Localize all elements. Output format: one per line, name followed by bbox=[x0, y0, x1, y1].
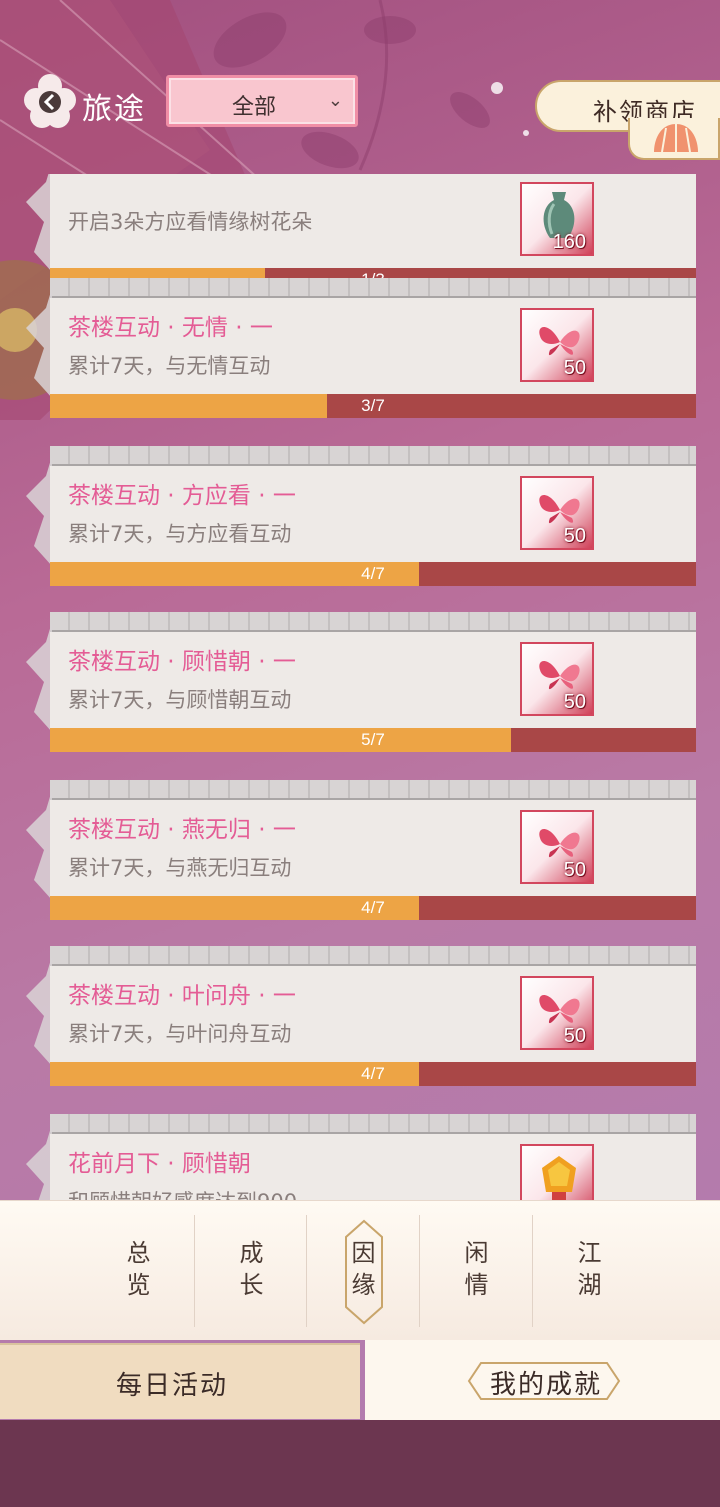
task-description: 累计7天，与叶问舟互动 bbox=[68, 1022, 292, 1046]
progress-text: 4/7 bbox=[361, 898, 385, 917]
progress-bar: 4/7 bbox=[50, 896, 696, 920]
reward-item[interactable]: 50 bbox=[520, 476, 594, 550]
shell-icon bbox=[654, 124, 698, 153]
task-card[interactable]: 茶楼互动 · 叶问舟 · 一 累计7天，与叶问舟互动 50 4/7 bbox=[26, 946, 696, 1086]
reward-item[interactable] bbox=[520, 1144, 594, 1200]
card-header-strip bbox=[50, 1114, 696, 1134]
card-header-strip bbox=[50, 612, 696, 632]
nav-char: 湖 bbox=[577, 1271, 602, 1299]
task-description: 累计7天，与无情互动 bbox=[68, 354, 271, 378]
footer-bar bbox=[0, 1420, 720, 1507]
task-card[interactable]: 茶楼互动 · 无情 · 一 累计7天，与无情互动 50 3/7 bbox=[26, 278, 696, 418]
nav-item-4[interactable]: 闲情 bbox=[420, 1201, 533, 1341]
lantern-icon bbox=[532, 1150, 586, 1200]
progress-bar: 4/7 bbox=[50, 562, 696, 586]
task-card[interactable]: 花前月下 · 顾惜朝 和顾惜朝好感度达到900 bbox=[26, 1114, 696, 1200]
task-description: 累计7天，与方应看互动 bbox=[68, 522, 292, 546]
task-card[interactable]: 开启3朵方应看情缘树花朵 160 1/3 bbox=[26, 174, 696, 292]
reward-item[interactable]: 50 bbox=[520, 642, 594, 716]
progress-text: 4/7 bbox=[361, 564, 385, 583]
category-nav: 总览成长 因缘闲情江湖 bbox=[0, 1200, 720, 1340]
reward-count: 50 bbox=[563, 1025, 586, 1047]
card-body: 开启3朵方应看情缘树花朵 160 bbox=[50, 174, 696, 268]
nav-char: 江 bbox=[577, 1239, 602, 1267]
progress-bar: 5/7 bbox=[50, 728, 696, 752]
card-body: 茶楼互动 · 无情 · 一 累计7天，与无情互动 50 bbox=[50, 298, 696, 394]
nav-char: 览 bbox=[126, 1271, 151, 1299]
progress-bar: 4/7 bbox=[50, 1062, 696, 1086]
task-card[interactable]: 茶楼互动 · 顾惜朝 · 一 累计7天，与顾惜朝互动 50 5/7 bbox=[26, 612, 696, 752]
reward-count: 50 bbox=[563, 691, 586, 713]
task-list[interactable]: 开启3朵方应看情缘树花朵 160 1/3 茶楼互动 · 无情 · 一 累计7天，… bbox=[0, 174, 720, 1200]
filter-value: 全部 bbox=[231, 95, 276, 120]
card-header-strip bbox=[50, 278, 696, 298]
reward-item[interactable]: 50 bbox=[520, 810, 594, 884]
page-title: 旅途 bbox=[82, 92, 146, 127]
nav-divider bbox=[532, 1215, 533, 1327]
nav-char: 情 bbox=[464, 1271, 489, 1299]
task-title: 茶楼互动 · 燕无归 · 一 bbox=[68, 817, 296, 843]
card-header-strip bbox=[50, 946, 696, 966]
nav-char: 闲 bbox=[464, 1239, 489, 1267]
task-title: 茶楼互动 · 无情 · 一 bbox=[68, 315, 273, 341]
nav-item-2[interactable]: 成长 bbox=[195, 1201, 308, 1341]
task-title: 茶楼互动 · 顾惜朝 · 一 bbox=[68, 649, 296, 675]
card-header-strip bbox=[50, 446, 696, 466]
card-header-strip bbox=[50, 780, 696, 800]
shop-tab-decoration bbox=[628, 118, 720, 160]
filter-dropdown[interactable]: 全部 ⌄ bbox=[166, 75, 358, 127]
task-card[interactable]: 茶楼互动 · 方应看 · 一 累计7天，与方应看互动 50 4/7 bbox=[26, 446, 696, 586]
task-description: 开启3朵方应看情缘树花朵 bbox=[68, 210, 313, 234]
nav-item-5[interactable]: 江湖 bbox=[533, 1201, 646, 1341]
reward-count: 50 bbox=[563, 525, 586, 547]
task-title: 茶楼互动 · 方应看 · 一 bbox=[68, 483, 296, 509]
header: 旅途 全部 ⌄ 补领商店 bbox=[0, 0, 720, 170]
nav-char: 总 bbox=[126, 1239, 151, 1267]
progress-text: 5/7 bbox=[361, 730, 385, 749]
nav-char: 因 bbox=[351, 1239, 376, 1267]
task-card[interactable]: 茶楼互动 · 燕无归 · 一 累计7天，与燕无归互动 50 4/7 bbox=[26, 780, 696, 920]
nav-divider bbox=[306, 1215, 307, 1327]
task-title: 花前月下 · 顾惜朝 bbox=[68, 1151, 251, 1177]
nav-item-3[interactable]: 因缘 bbox=[307, 1201, 420, 1341]
progress-text: 3/7 bbox=[361, 396, 385, 415]
task-description: 和顾惜朝好感度达到900 bbox=[68, 1186, 297, 1200]
nav-char: 长 bbox=[239, 1271, 264, 1299]
task-description: 累计7天，与燕无归互动 bbox=[68, 856, 292, 880]
card-body: 花前月下 · 顾惜朝 和顾惜朝好感度达到900 bbox=[50, 1134, 696, 1200]
tab-daily-activities[interactable]: 每日活动 bbox=[0, 1343, 360, 1419]
tab-daily-label: 每日活动 bbox=[116, 1371, 229, 1401]
reward-count: 160 bbox=[552, 231, 586, 253]
reward-item[interactable]: 160 bbox=[520, 182, 594, 256]
task-description: 累计7天，与顾惜朝互动 bbox=[68, 688, 292, 712]
nav-char: 成 bbox=[239, 1239, 264, 1267]
reward-count: 50 bbox=[563, 357, 586, 379]
nav-divider bbox=[194, 1215, 195, 1327]
back-button[interactable] bbox=[22, 72, 78, 128]
tab-achievements-label: 我的成就 bbox=[490, 1370, 603, 1400]
progress-text: 4/7 bbox=[361, 1064, 385, 1083]
reward-item[interactable]: 50 bbox=[520, 976, 594, 1050]
card-body: 茶楼互动 · 方应看 · 一 累计7天，与方应看互动 50 bbox=[50, 466, 696, 562]
task-title: 茶楼互动 · 叶问舟 · 一 bbox=[68, 983, 296, 1009]
card-body: 茶楼互动 · 叶问舟 · 一 累计7天，与叶问舟互动 50 bbox=[50, 966, 696, 1062]
chevron-down-icon: ⌄ bbox=[327, 90, 343, 111]
card-body: 茶楼互动 · 顾惜朝 · 一 累计7天，与顾惜朝互动 50 bbox=[50, 632, 696, 728]
card-body: 茶楼互动 · 燕无归 · 一 累计7天，与燕无归互动 50 bbox=[50, 800, 696, 896]
reward-item[interactable]: 50 bbox=[520, 308, 594, 382]
tab-my-achievements[interactable]: 我的成就 bbox=[365, 1340, 720, 1420]
nav-divider bbox=[419, 1215, 420, 1327]
progress-bar: 3/7 bbox=[50, 394, 696, 418]
reward-count: 50 bbox=[563, 859, 586, 881]
nav-char: 缘 bbox=[351, 1271, 376, 1299]
nav-item-1[interactable]: 总览 bbox=[82, 1201, 195, 1341]
